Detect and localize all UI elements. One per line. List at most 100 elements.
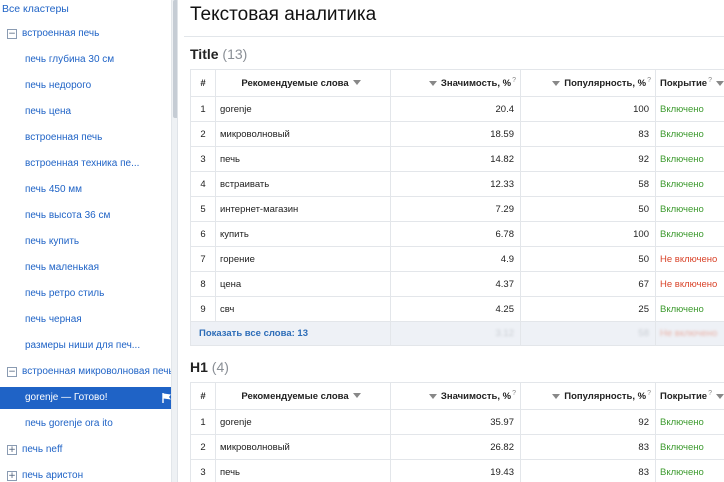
collapse-icon[interactable]: − [7, 367, 17, 377]
help-icon[interactable]: ? [647, 77, 651, 84]
cluster-sidebar: Все кластеры − встроенная печь печь глубин… [0, 0, 178, 482]
sort-down-icon[interactable] [428, 394, 437, 400]
col-words-label: Рекомендуемые слова [241, 390, 349, 402]
blurred-popularity: 58 [520, 321, 656, 346]
row-word: печь [215, 459, 391, 482]
sidebar-item[interactable]: печь gorenje ora ito [0, 413, 177, 435]
help-icon[interactable]: ? [647, 390, 651, 397]
sidebar-item-label: встроенная микроволновая печь gorenje [22, 366, 177, 377]
row-word: свч [215, 296, 391, 322]
sidebar-item-label: печь недорого [25, 80, 92, 91]
show-all-words-link[interactable]: Показать все слова: 13 [199, 328, 308, 339]
row-coverage: Не включено [655, 271, 724, 297]
row-number: 3 [190, 459, 216, 482]
all-clusters-link[interactable]: Все кластеры [2, 0, 177, 20]
col-words[interactable]: Рекомендуемые слова [215, 69, 391, 97]
row-coverage: Включено [655, 146, 724, 172]
row-coverage: Включено [655, 96, 724, 122]
col-coverage[interactable]: Покрытие? [655, 382, 724, 410]
sidebar-item-active[interactable]: gorenje — Готово! [0, 387, 177, 409]
sidebar-cluster-group[interactable]: −встроенная микроволновая печь gorenje [0, 361, 177, 383]
sidebar-item[interactable]: печь 450 мм [0, 179, 177, 201]
row-word: купить [215, 221, 391, 247]
sidebar-item[interactable]: печь черная [0, 309, 177, 331]
sidebar-cluster-group[interactable]: + печь аристон [0, 465, 177, 482]
row-word: gorenje [215, 409, 391, 435]
sidebar-item[interactable]: печь цена [0, 101, 177, 123]
show-all-cell: Показать все слова: 13 [190, 321, 391, 346]
sidebar-item[interactable]: печь ретро стиль [0, 283, 177, 305]
row-word: микроволновый [215, 121, 391, 147]
table-row: 3 печь 19.43 83 Включено [190, 459, 724, 482]
table-header-row: # Рекомендуемые слова Значимость, %? Поп… [190, 69, 724, 97]
sidebar-item-label: встроенная печь [25, 132, 103, 143]
sidebar-item[interactable]: печь маленькая [0, 257, 177, 279]
row-word: горение [215, 246, 391, 272]
sidebar-item[interactable]: размеры ниши для печ... [0, 335, 177, 357]
col-words-label: Рекомендуемые слова [241, 77, 349, 89]
row-coverage: Включено [655, 121, 724, 147]
row-coverage: Включено [655, 196, 724, 222]
sidebar-item-label: gorenje — Готово! [25, 392, 108, 403]
row-popularity: 83 [520, 459, 656, 482]
sidebar-item-label: печь цена [25, 106, 72, 117]
sort-down-icon[interactable] [428, 81, 437, 87]
table-row: 8 цена 4.37 67 Не включено [190, 271, 724, 297]
row-popularity: 50 [520, 196, 656, 222]
expand-icon[interactable]: + [7, 471, 17, 481]
row-number: 7 [190, 246, 216, 272]
sidebar-item[interactable]: печь глубина 30 см [0, 49, 177, 71]
table-row: 2 микроволновый 26.82 83 Включено [190, 434, 724, 460]
help-icon[interactable]: ? [512, 77, 516, 84]
blurred-value: 3.12 [495, 328, 515, 339]
sort-down-icon[interactable] [552, 394, 561, 400]
sidebar-scrollbar[interactable] [171, 0, 177, 482]
col-coverage[interactable]: Покрытие? [655, 69, 724, 97]
row-word: встраивать [215, 171, 391, 197]
sidebar-cluster-group[interactable]: + печь neff [0, 439, 177, 461]
sidebar-item[interactable]: печь купить [0, 231, 177, 253]
sidebar-item[interactable]: встроенная техника пе... [0, 153, 177, 175]
col-coverage-label: Покрытие [660, 391, 708, 403]
sidebar-item[interactable]: встроенная печь [0, 127, 177, 149]
col-words[interactable]: Рекомендуемые слова [215, 382, 391, 410]
row-importance: 4.25 [390, 296, 521, 322]
sort-down-icon[interactable] [352, 393, 361, 399]
row-word: цена [215, 271, 391, 297]
blurred-importance: 3.12 [390, 321, 521, 346]
table-row: 1 gorenje 20.4 100 Включено [190, 96, 724, 122]
sort-down-icon[interactable] [715, 81, 724, 87]
row-importance: 20.4 [390, 96, 521, 122]
title-section-heading: Title (13) [190, 46, 247, 62]
row-number: 5 [190, 196, 216, 222]
sidebar-cluster-group[interactable]: − встроенная печь [0, 23, 177, 45]
sort-down-icon[interactable] [715, 394, 724, 400]
sidebar-item[interactable]: печь высота 36 см [0, 205, 177, 227]
sort-down-icon[interactable] [552, 81, 561, 87]
sidebar-scroll-thumb[interactable] [173, 0, 177, 118]
sidebar-item-label: печь 450 мм [25, 184, 83, 195]
row-importance: 14.82 [390, 146, 521, 172]
help-icon[interactable]: ? [512, 390, 516, 397]
sort-down-icon[interactable] [352, 80, 361, 86]
help-icon[interactable]: ? [708, 77, 712, 84]
sidebar-item-label: встроенная печь [22, 28, 100, 39]
row-popularity: 58 [520, 171, 656, 197]
col-popularity[interactable]: Популярность, %? [520, 382, 656, 410]
page-title: Текстовая аналитика [190, 4, 377, 25]
collapse-icon[interactable]: − [7, 29, 17, 39]
col-importance[interactable]: Значимость, %? [390, 382, 521, 410]
row-popularity: 50 [520, 246, 656, 272]
table-row: 5 интернет-магазин 7.29 50 Включено [190, 196, 724, 222]
sidebar-item-label: печь глубина 30 см [25, 54, 115, 65]
row-word: gorenje [215, 96, 391, 122]
col-popularity[interactable]: Популярность, %? [520, 69, 656, 97]
row-number: 6 [190, 221, 216, 247]
col-importance[interactable]: Значимость, %? [390, 69, 521, 97]
expand-icon[interactable]: + [7, 445, 17, 455]
help-icon[interactable]: ? [708, 390, 712, 397]
sidebar-item[interactable]: печь недорого [0, 75, 177, 97]
row-importance: 35.97 [390, 409, 521, 435]
sidebar-item-label: печь черная [25, 314, 82, 325]
row-popularity: 100 [520, 221, 656, 247]
